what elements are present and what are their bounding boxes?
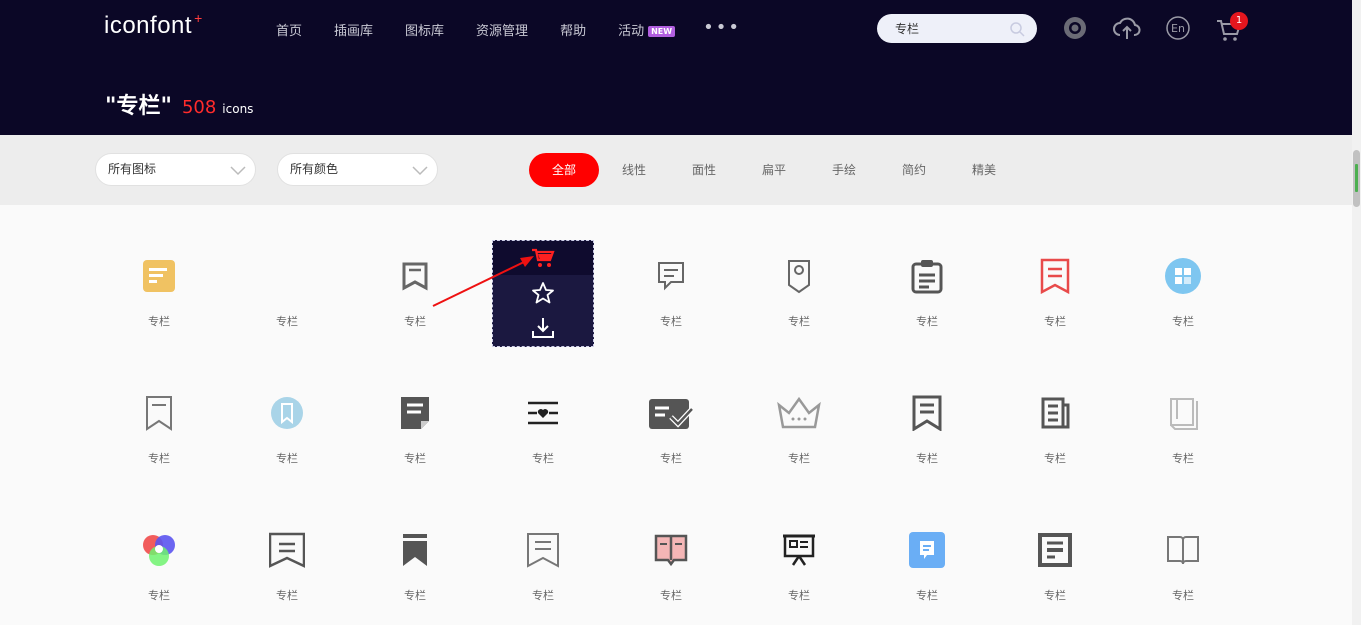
red-bookmark-icon	[1040, 258, 1070, 294]
icon-card[interactable]: 专栏	[493, 514, 593, 620]
bookmark-thin-icon	[146, 396, 172, 431]
language-en-icon[interactable]: En	[1165, 15, 1191, 41]
icon-card[interactable]: 专栏	[749, 377, 849, 483]
scroll-grip	[1355, 164, 1358, 192]
search-icon[interactable]	[1009, 21, 1025, 37]
filter-bar: 所有图标 所有颜色 全部 线性 面性 扁平 手绘 简约 精美	[0, 135, 1352, 205]
page: iconfont+ 首页 插画库 图标库 资源管理 帮助 活动NEW ••• E…	[0, 0, 1361, 625]
icon-card[interactable]: 专栏	[1133, 240, 1233, 346]
bookmark-outline-icon	[402, 262, 428, 291]
icon-card[interactable]: 专栏	[877, 377, 977, 483]
icon-card[interactable]: 专栏	[1133, 514, 1233, 620]
clipboard-icon	[911, 260, 943, 294]
more-menu-icon[interactable]: •••	[703, 17, 741, 38]
search-box[interactable]	[877, 14, 1037, 43]
blue-square-doc-icon	[909, 532, 945, 568]
icon-card[interactable]: 专栏	[109, 514, 209, 620]
column-yellow-square-icon	[143, 260, 175, 292]
scroll-thumb[interactable]	[1353, 150, 1360, 207]
book-gray-icon	[1170, 398, 1198, 430]
nav-help[interactable]: 帮助	[560, 20, 586, 39]
logo[interactable]: iconfont +	[104, 10, 202, 40]
icon-card[interactable]: 专栏	[1005, 514, 1105, 620]
tab-filled[interactable]: 面性	[669, 153, 739, 187]
search-result-title: "专栏" 508 icons	[105, 88, 253, 120]
hover-action-card[interactable]	[492, 240, 594, 347]
svg-text:En: En	[1171, 22, 1185, 35]
download-icon[interactable]	[531, 316, 555, 340]
style-tabs: 全部 线性 面性 扁平 手绘 简约 精美	[529, 153, 1019, 187]
icon-card[interactable]: 专栏	[877, 514, 977, 620]
icon-card[interactable]: 专栏	[877, 240, 977, 346]
cart-icon[interactable]	[531, 246, 555, 270]
bookmark-bold-icon	[912, 395, 942, 431]
page-scrollbar[interactable]	[1352, 0, 1361, 625]
icon-card[interactable]: 专栏	[365, 377, 465, 483]
icon-card[interactable]: 专栏	[237, 377, 337, 483]
site-header: iconfont+ 首页 插画库 图标库 资源管理 帮助 活动NEW ••• E…	[0, 0, 1352, 135]
nav-events[interactable]: 活动 NEW	[618, 20, 676, 39]
icon-card[interactable]: 专栏	[749, 514, 849, 620]
crown-icon	[777, 396, 821, 429]
tab-simple[interactable]: 简约	[879, 153, 949, 187]
user-avatar-icon[interactable]	[1062, 15, 1088, 41]
icon-card[interactable]: 专栏	[365, 240, 465, 346]
color-circles-icon	[143, 535, 175, 566]
blue-circle-grid-icon	[1165, 258, 1201, 294]
blue-circle-bookmark-icon	[271, 397, 303, 429]
star-icon[interactable]	[531, 281, 555, 305]
icon-card[interactable]: 专栏	[621, 514, 721, 620]
document-outline-icon	[658, 262, 684, 291]
nav-icon-library[interactable]: 图标库	[405, 20, 444, 39]
nav-resource-management[interactable]: 资源管理	[476, 20, 528, 39]
main-nav: 首页 插画库 图标库 资源管理 帮助 活动 NEW •••	[276, 17, 741, 40]
newspaper-icon	[1041, 397, 1070, 429]
heart-lines-icon	[528, 401, 558, 425]
icon-card[interactable]: 专栏	[621, 240, 721, 346]
tab-flat[interactable]: 扁平	[739, 153, 809, 187]
card-check-icon	[649, 399, 694, 429]
tab-hand-drawn[interactable]: 手绘	[809, 153, 879, 187]
chevron-down-icon	[412, 166, 428, 176]
nav-home[interactable]: 首页	[276, 20, 302, 39]
icon-card[interactable]: 专栏	[621, 377, 721, 483]
icon-card[interactable]: 专栏	[109, 377, 209, 483]
bookmark-wide-icon	[269, 532, 305, 568]
icon-type-dropdown[interactable]: 所有图标	[95, 153, 256, 186]
bookmark-solid-icon	[403, 534, 427, 566]
icon-card[interactable]: 专栏	[1005, 377, 1105, 483]
document-filled-icon	[401, 397, 429, 429]
search-input[interactable]	[895, 21, 1005, 36]
chevron-down-icon	[230, 166, 246, 176]
color-dropdown[interactable]: 所有颜色	[277, 153, 438, 186]
upload-cloud-icon[interactable]	[1113, 15, 1141, 41]
tab-all[interactable]: 全部	[529, 153, 599, 187]
bookmark-lines-icon	[527, 533, 559, 568]
tab-linear[interactable]: 线性	[599, 153, 669, 187]
icon-card[interactable]: 专栏	[237, 514, 337, 620]
open-book-icon	[1167, 536, 1199, 565]
result-unit: icons	[222, 102, 254, 116]
new-badge: NEW	[648, 26, 676, 37]
cart-count-badge: 1	[1230, 12, 1248, 30]
square-frame-icon	[1038, 533, 1072, 567]
pink-book-icon	[654, 534, 688, 567]
tab-exquisite[interactable]: 精美	[949, 153, 1019, 187]
icon-card[interactable]: 专栏	[749, 240, 849, 346]
tag-outline-icon	[788, 260, 810, 294]
icon-card[interactable]: 专栏	[365, 514, 465, 620]
nav-illustrations[interactable]: 插画库	[334, 20, 373, 39]
icon-grid: 专栏 专栏 专栏 专栏 专栏 专栏 专栏 专栏 专栏 专栏 专栏 专栏 专栏 专…	[0, 205, 1352, 625]
presentation-board-icon	[783, 534, 815, 566]
result-count: 508	[181, 97, 217, 118]
icon-card[interactable]: 专栏	[109, 240, 209, 346]
result-query: "专栏"	[105, 94, 172, 119]
icon-card[interactable]: 专栏	[493, 377, 593, 483]
icon-card[interactable]: 专栏	[237, 240, 337, 346]
icon-card[interactable]: 专栏	[1133, 377, 1233, 483]
icon-card[interactable]: 专栏	[1005, 240, 1105, 346]
